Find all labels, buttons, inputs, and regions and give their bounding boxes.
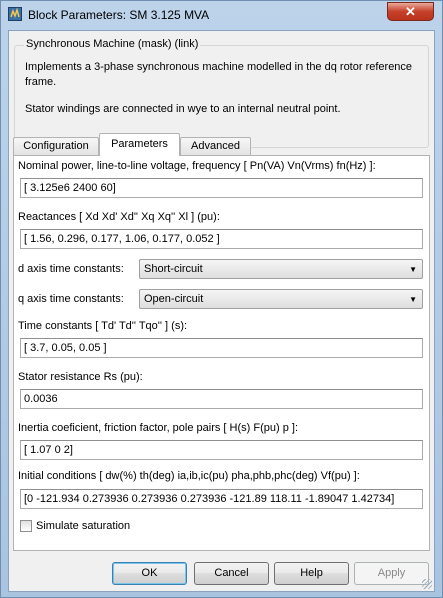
chevron-down-icon: ▼ bbox=[409, 265, 417, 274]
ok-button-label: OK bbox=[141, 567, 158, 579]
parameters-panel: Nominal power, line-to-line voltage, fre… bbox=[13, 155, 430, 551]
tab-strip: Configuration Parameters Advanced bbox=[13, 133, 433, 156]
q-axis-select[interactable]: Open-circuit ▼ bbox=[139, 289, 423, 309]
inertia-field[interactable]: [ 1.07 0 2] bbox=[20, 440, 423, 460]
time-constants-field[interactable]: [ 3.7, 0.05, 0.05 ] bbox=[20, 338, 423, 358]
nominal-power-field[interactable]: [ 3.125e6 2400 60] bbox=[20, 178, 423, 198]
window-title: Block Parameters: SM 3.125 MVA bbox=[28, 8, 210, 22]
resize-grip[interactable] bbox=[422, 579, 432, 589]
reactances-label: Reactances [ Xd Xd' Xd'' Xq Xq'' Xl ] (p… bbox=[18, 211, 220, 223]
mask-description-line: Stator windings are connected in wye to … bbox=[25, 103, 341, 115]
tab-configuration[interactable]: Configuration bbox=[13, 137, 99, 155]
d-axis-selected-value: Short-circuit bbox=[144, 263, 203, 275]
q-axis-label: q axis time constants: bbox=[18, 293, 124, 305]
tab-advanced[interactable]: Advanced bbox=[180, 137, 251, 155]
stator-resistance-field[interactable]: 0.0036 bbox=[20, 389, 423, 409]
apply-button-label: Apply bbox=[377, 567, 406, 579]
simulink-block-icon bbox=[8, 7, 22, 21]
close-button[interactable]: ✕ bbox=[387, 2, 434, 21]
stator-resistance-label: Stator resistance Rs (pu): bbox=[18, 371, 143, 383]
cancel-button-label: Cancel bbox=[214, 567, 249, 579]
title-bar[interactable]: Block Parameters: SM 3.125 MVA ✕ bbox=[1, 1, 442, 29]
cancel-button[interactable]: Cancel bbox=[194, 562, 269, 585]
dialog-window: Block Parameters: SM 3.125 MVA ✕ Synchro… bbox=[0, 0, 443, 598]
initial-conditions-field[interactable]: [0 -121.934 0.273936 0.273936 0.273936 -… bbox=[20, 489, 423, 509]
mask-description-line: Implements a 3-phase synchronous machine… bbox=[25, 61, 413, 73]
d-axis-select[interactable]: Short-circuit ▼ bbox=[139, 259, 423, 279]
inertia-label: Inertia coeficient, friction factor, pol… bbox=[18, 422, 298, 434]
tab-parameters[interactable]: Parameters bbox=[99, 133, 180, 156]
simulate-saturation-checkbox[interactable] bbox=[20, 520, 32, 532]
time-constants-label: Time constants [ Td' Td'' Tqo'' ] (s): bbox=[18, 320, 188, 332]
reactances-field[interactable]: [ 1.56, 0.296, 0.177, 1.06, 0.177, 0.052… bbox=[20, 229, 423, 249]
dialog-body: Synchronous Machine (mask) (link) Implem… bbox=[8, 30, 435, 592]
nominal-power-label: Nominal power, line-to-line voltage, fre… bbox=[18, 160, 376, 172]
mask-group-title: Synchronous Machine (mask) (link) bbox=[24, 38, 201, 50]
simulate-saturation-label: Simulate saturation bbox=[36, 520, 131, 532]
close-icon: ✕ bbox=[405, 4, 416, 19]
mask-description-line: frame. bbox=[25, 76, 57, 88]
help-button-label: Help bbox=[300, 567, 323, 579]
initial-conditions-label: Initial conditions [ dw(%) th(deg) ia,ib… bbox=[18, 470, 360, 482]
help-button[interactable]: Help bbox=[274, 562, 349, 585]
q-axis-selected-value: Open-circuit bbox=[144, 293, 204, 305]
chevron-down-icon: ▼ bbox=[409, 295, 417, 304]
apply-button[interactable]: Apply bbox=[354, 562, 429, 585]
d-axis-label: d axis time constants: bbox=[18, 263, 124, 275]
ok-button[interactable]: OK bbox=[112, 562, 187, 585]
